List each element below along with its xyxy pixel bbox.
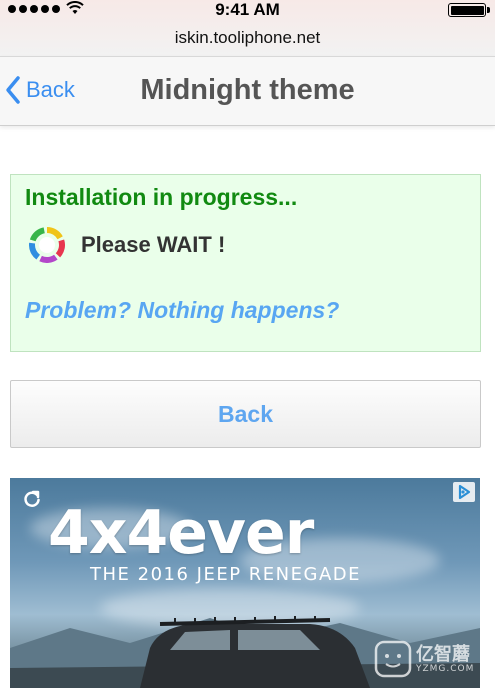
installation-status-title: Installation in progress...	[25, 184, 298, 210]
back-button[interactable]: Back	[10, 380, 481, 448]
status-time: 9:41 AM	[215, 0, 280, 19]
navigation-bar: Back Midnight theme	[0, 56, 495, 126]
battery-icon	[448, 3, 490, 17]
refresh-icon[interactable]	[22, 489, 42, 509]
ad-subline: THE 2016 JEEP RENEGADE	[90, 564, 361, 585]
wait-row: Please WAIT !	[29, 227, 225, 263]
watermark-subtext: YZMG.COM	[416, 664, 475, 674]
page-title: Midnight theme	[140, 74, 355, 106]
loading-spinner-icon	[29, 227, 65, 263]
address-bar-url[interactable]: iskin.tooliphone.net	[0, 28, 495, 48]
problem-help-link[interactable]: Problem? Nothing happens?	[25, 297, 339, 324]
watermark-text: 亿智蘑	[416, 644, 470, 665]
status-bar: 9:41 AM iskin.tooliphone.net	[0, 0, 495, 56]
please-wait-text: Please WAIT !	[81, 232, 226, 257]
adchoices-icon[interactable]	[453, 482, 475, 502]
installation-panel: Installation in progress... Please WAIT …	[10, 174, 481, 352]
ad-headline: 4x4ever	[48, 498, 314, 568]
